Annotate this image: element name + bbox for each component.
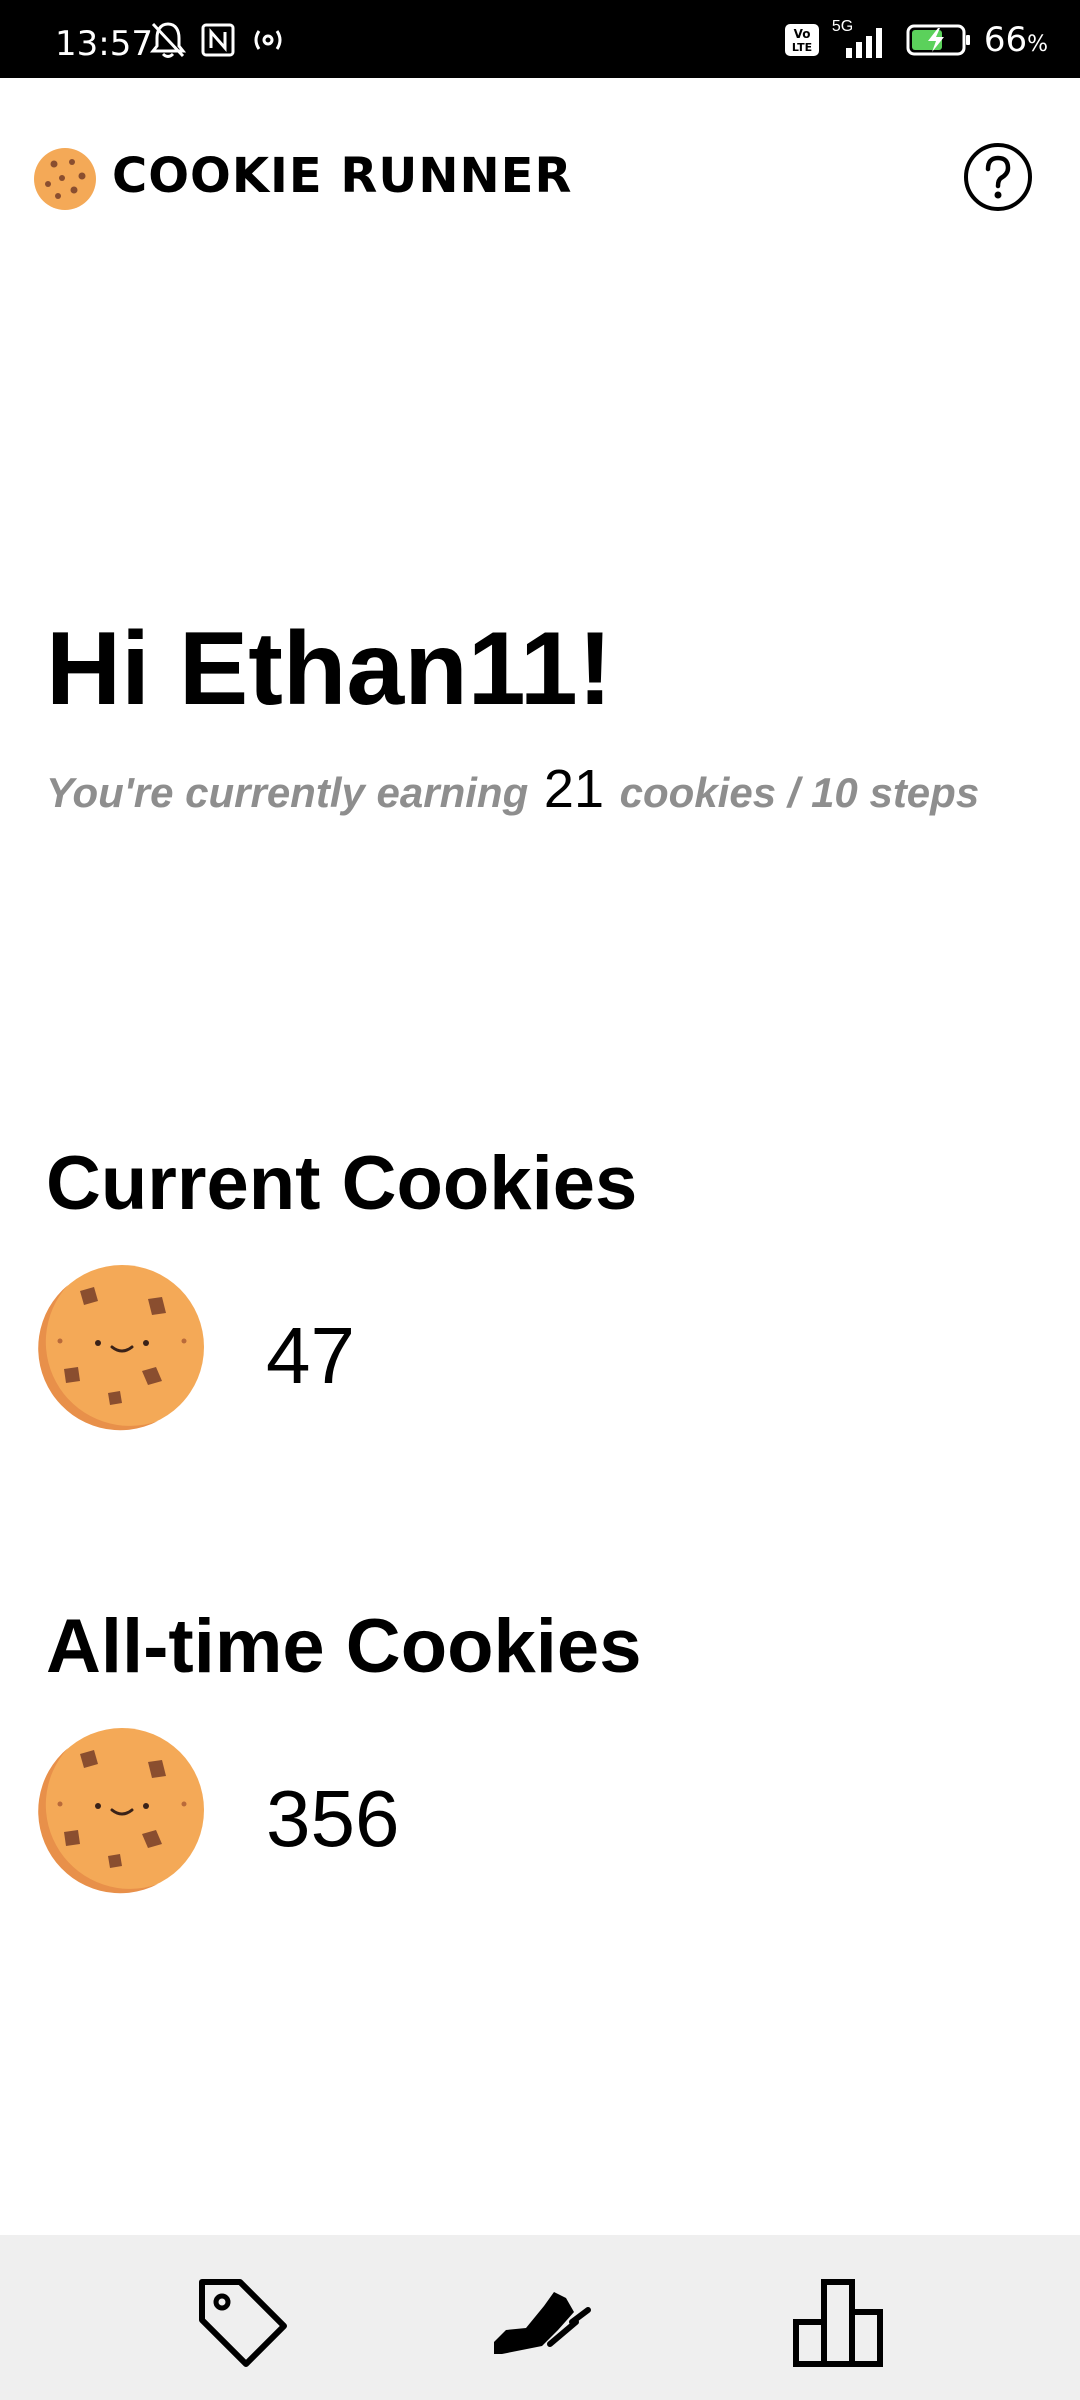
status-bar: 13:57 Vo LTE 5G 66%	[0, 0, 1080, 78]
current-cookies-title: Current Cookies	[46, 1141, 638, 1226]
earning-rate-text: You're currently earning 21 cookies / 10…	[46, 758, 979, 820]
battery-unit: %	[1027, 32, 1048, 57]
alltime-cookies-count: 356	[266, 1774, 400, 1863]
earning-suffix: cookies / 10 steps	[619, 769, 980, 816]
smiling-cookie-icon	[38, 1265, 204, 1431]
volte-icon: Vo LTE	[784, 24, 819, 56]
alltime-cookies-title: All-time Cookies	[46, 1604, 642, 1689]
bottom-navigation	[0, 2235, 1080, 2400]
nav-tab-steps[interactable]	[485, 2267, 595, 2377]
signal-icon	[845, 28, 882, 58]
svg-text:Vo: Vo	[793, 27, 810, 41]
nav-tab-shop[interactable]	[187, 2267, 297, 2377]
svg-text:LTE: LTE	[792, 41, 812, 54]
app-title: COOKIE RUNNER	[112, 148, 573, 204]
current-cookies-count: 47	[266, 1311, 355, 1400]
nfc-icon	[201, 23, 235, 57]
battery-percent: 66	[983, 20, 1028, 60]
battery-charging-icon	[906, 24, 970, 56]
tag-icon	[199, 2279, 287, 2367]
app-bar: COOKIE RUNNER	[0, 78, 1080, 274]
cookie-logo-icon	[34, 148, 96, 210]
shoe-icon	[494, 2292, 591, 2354]
greeting-title: Hi Ethan11!	[46, 611, 613, 727]
leaderboard-icon	[793, 2279, 883, 2367]
mute-bell-icon	[150, 22, 186, 58]
earning-rate-value: 21	[543, 759, 604, 819]
nav-tab-leaderboard[interactable]	[783, 2267, 893, 2377]
hotspot-icon	[254, 30, 282, 50]
earning-prefix: You're currently earning	[46, 769, 529, 816]
smiling-cookie-icon	[38, 1728, 204, 1894]
help-circle-icon[interactable]	[963, 142, 1033, 212]
status-time: 13:57	[55, 24, 153, 64]
